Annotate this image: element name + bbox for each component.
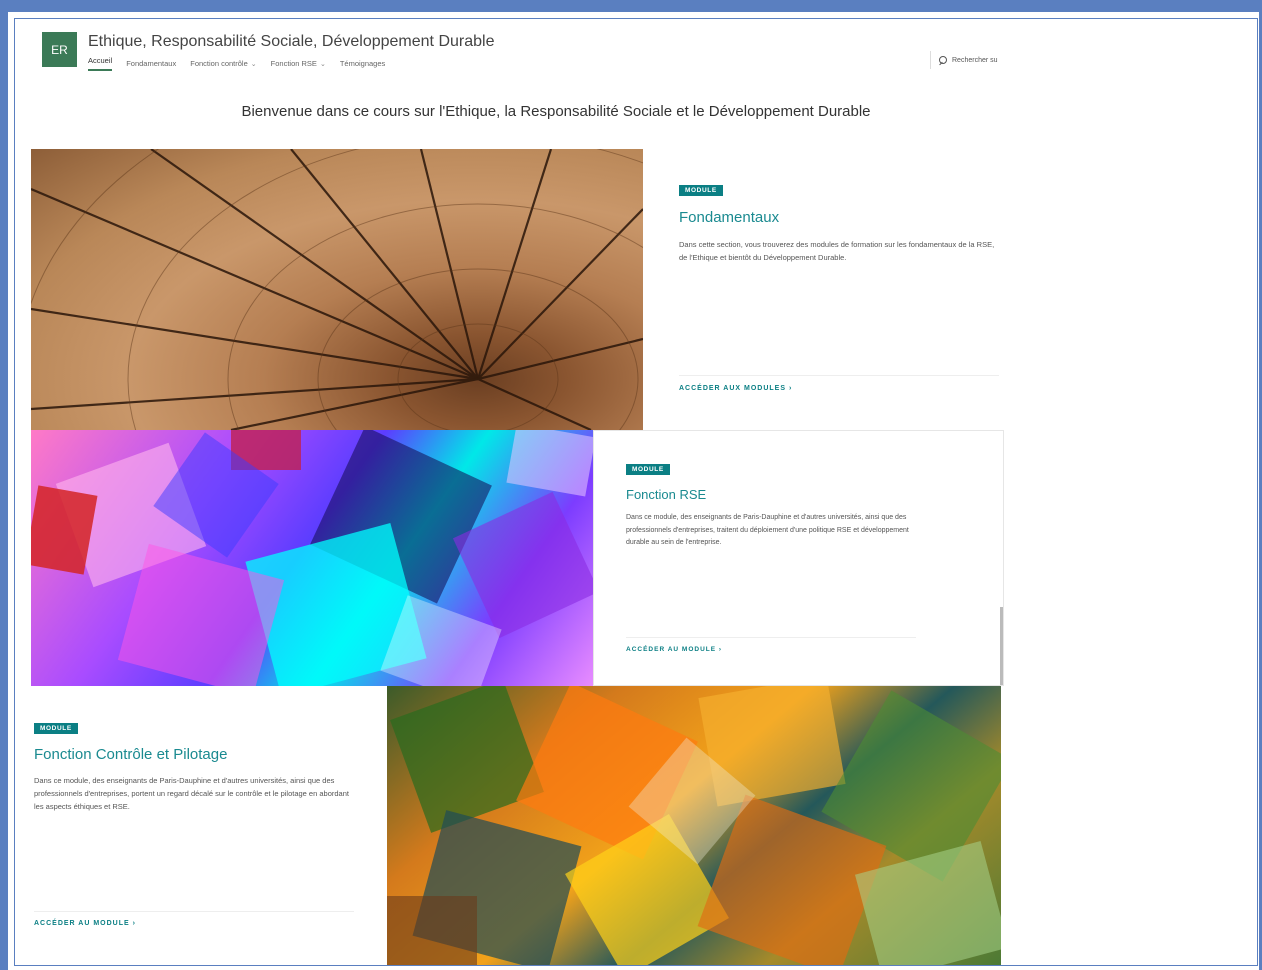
divider [626,637,916,638]
access-module-link[interactable]: ACCÉDER AU MODULE › [626,646,722,653]
chevron-right-icon: › [132,920,136,927]
module-description: Dans ce module, des enseignants de Paris… [34,776,349,811]
nav-item-label: Fonction contrôle [190,59,248,68]
module-badge: MODULE [679,185,723,196]
search-placeholder: Rechercher su [952,56,998,64]
module-badge: MODULE [626,464,670,475]
top-navigation: Accueil Fondamentaux Fonction contrôle ⌄ … [88,56,385,71]
chevron-down-icon: ⌄ [250,60,257,68]
module-image-fondamentaux[interactable] [31,149,643,430]
orange-green-squares-image [387,686,1001,965]
module-description: Dans cette section, vous trouverez des m… [679,240,995,262]
nav-item-fonction-rse[interactable]: Fonction RSE ⌄ [271,56,326,71]
window-frame-top [0,0,1262,12]
page-title: Bienvenue dans ce cours sur l'Ethique, l… [241,103,871,120]
search-box[interactable]: Rechercher su [930,51,1002,69]
module-card-fondamentaux: MODULE Fondamentaux Dans cette section, … [643,149,1003,430]
nav-item-label: Témoignages [339,59,386,68]
chevron-right-icon: › [788,385,793,392]
site-logo[interactable]: ER [42,32,77,67]
nav-item-fondamentaux[interactable]: Fondamentaux [126,56,176,71]
wood-rings-image [31,149,643,430]
scrollbar[interactable] [1000,607,1003,685]
module-description: Dans ce module, des enseignants de Paris… [626,514,909,546]
chevron-right-icon: › [718,646,723,653]
nav-item-temoignages[interactable]: Témoignages [340,56,385,71]
divider [679,375,999,376]
site-title[interactable]: Ethique, Responsabilité Sociale, Dévelop… [88,33,494,51]
chevron-down-icon: ⌄ [319,60,326,68]
module-image-fonction-controle[interactable] [387,686,1001,965]
search-icon [938,55,947,65]
module-badge: MODULE [34,723,78,734]
module-title[interactable]: Fonction RSE [626,487,706,502]
link-label: ACCÉDER AU MODULE [626,646,717,653]
module-card-fonction-rse: MODULE Fonction RSE Dans ce module, des … [593,430,1004,686]
nav-item-label: Accueil [88,56,113,65]
module-title[interactable]: Fondamentaux [679,209,779,226]
link-label: ACCÉDER AUX MODULES [679,385,787,392]
nav-item-label: Fondamentaux [126,59,177,68]
module-title[interactable]: Fonction Contrôle et Pilotage [34,746,227,763]
nav-item-fonction-controle[interactable]: Fonction contrôle ⌄ [190,56,256,71]
site-logo-initials: ER [51,42,68,57]
module-image-fonction-rse[interactable] [31,430,593,686]
divider [34,911,354,912]
purple-cyan-squares-image [31,430,593,686]
access-modules-link[interactable]: ACCÉDER AUX MODULES › [679,385,792,392]
access-module-link[interactable]: ACCÉDER AU MODULE › [34,920,136,927]
nav-item-label: Fonction RSE [270,59,317,68]
link-label: ACCÉDER AU MODULE [34,920,130,927]
nav-item-accueil[interactable]: Accueil [88,56,113,71]
module-card-fonction-controle: MODULE Fonction Contrôle et Pilotage Dan… [31,686,387,965]
window-frame-left [0,0,8,970]
